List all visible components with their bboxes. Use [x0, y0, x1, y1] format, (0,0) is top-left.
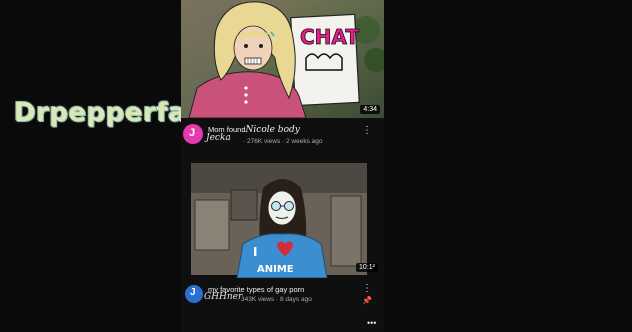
avatar-letter-2: J	[190, 287, 196, 298]
video-title-1-handwritten: Nicole body	[245, 125, 300, 135]
chat-sign-text: CHAT	[300, 25, 359, 49]
more-vertical-icon-2[interactable]: ⋮	[362, 284, 372, 294]
right-backdrop	[384, 0, 632, 332]
video-age-1: 2 weeks ago	[286, 138, 323, 145]
left-backdrop	[0, 0, 181, 332]
phone-screen: CHAT 4:34 J Mom foundNicole body Jecka ·…	[181, 0, 384, 332]
shirt-text-2: ANIME	[257, 264, 294, 275]
channel-avatar-1[interactable]: J	[183, 124, 203, 144]
video-thumbnail-1[interactable]: CHAT 4:34	[181, 0, 384, 118]
video-views-2: 343K views	[240, 296, 275, 303]
video-views-1: 276K views	[246, 138, 281, 145]
pin-icon[interactable]: 📌	[362, 296, 372, 306]
channel-name-1[interactable]: Jecka	[206, 133, 231, 143]
video-card-2[interactable]: I ANIME 10:1² J my favorite types of gay…	[181, 160, 384, 332]
video-meta-2: · 343K views · 8 days ago	[237, 296, 312, 303]
shirt-text-1: I	[253, 245, 257, 259]
avatar-letter-1: J	[189, 127, 196, 139]
more-horizontal-icon[interactable]: •••	[367, 318, 376, 328]
thumbnail-drawing-2: I ANIME	[181, 160, 384, 278]
video-card-1[interactable]: CHAT 4:34 J Mom foundNicole body Jecka ·…	[181, 0, 384, 160]
thumbnail-drawing-1: CHAT	[181, 0, 384, 118]
more-vertical-icon[interactable]: ⋮	[362, 126, 372, 136]
channel-avatar-2[interactable]: J	[185, 285, 203, 303]
video-meta-1: · 276K views · 2 weeks ago	[243, 138, 323, 145]
video-duration-2: 10:1²	[356, 263, 378, 272]
video-thumbnail-2[interactable]: I ANIME 10:1²	[181, 160, 384, 278]
video-age-2: 8 days ago	[280, 296, 312, 303]
video-duration-1: 4:34	[360, 105, 380, 114]
